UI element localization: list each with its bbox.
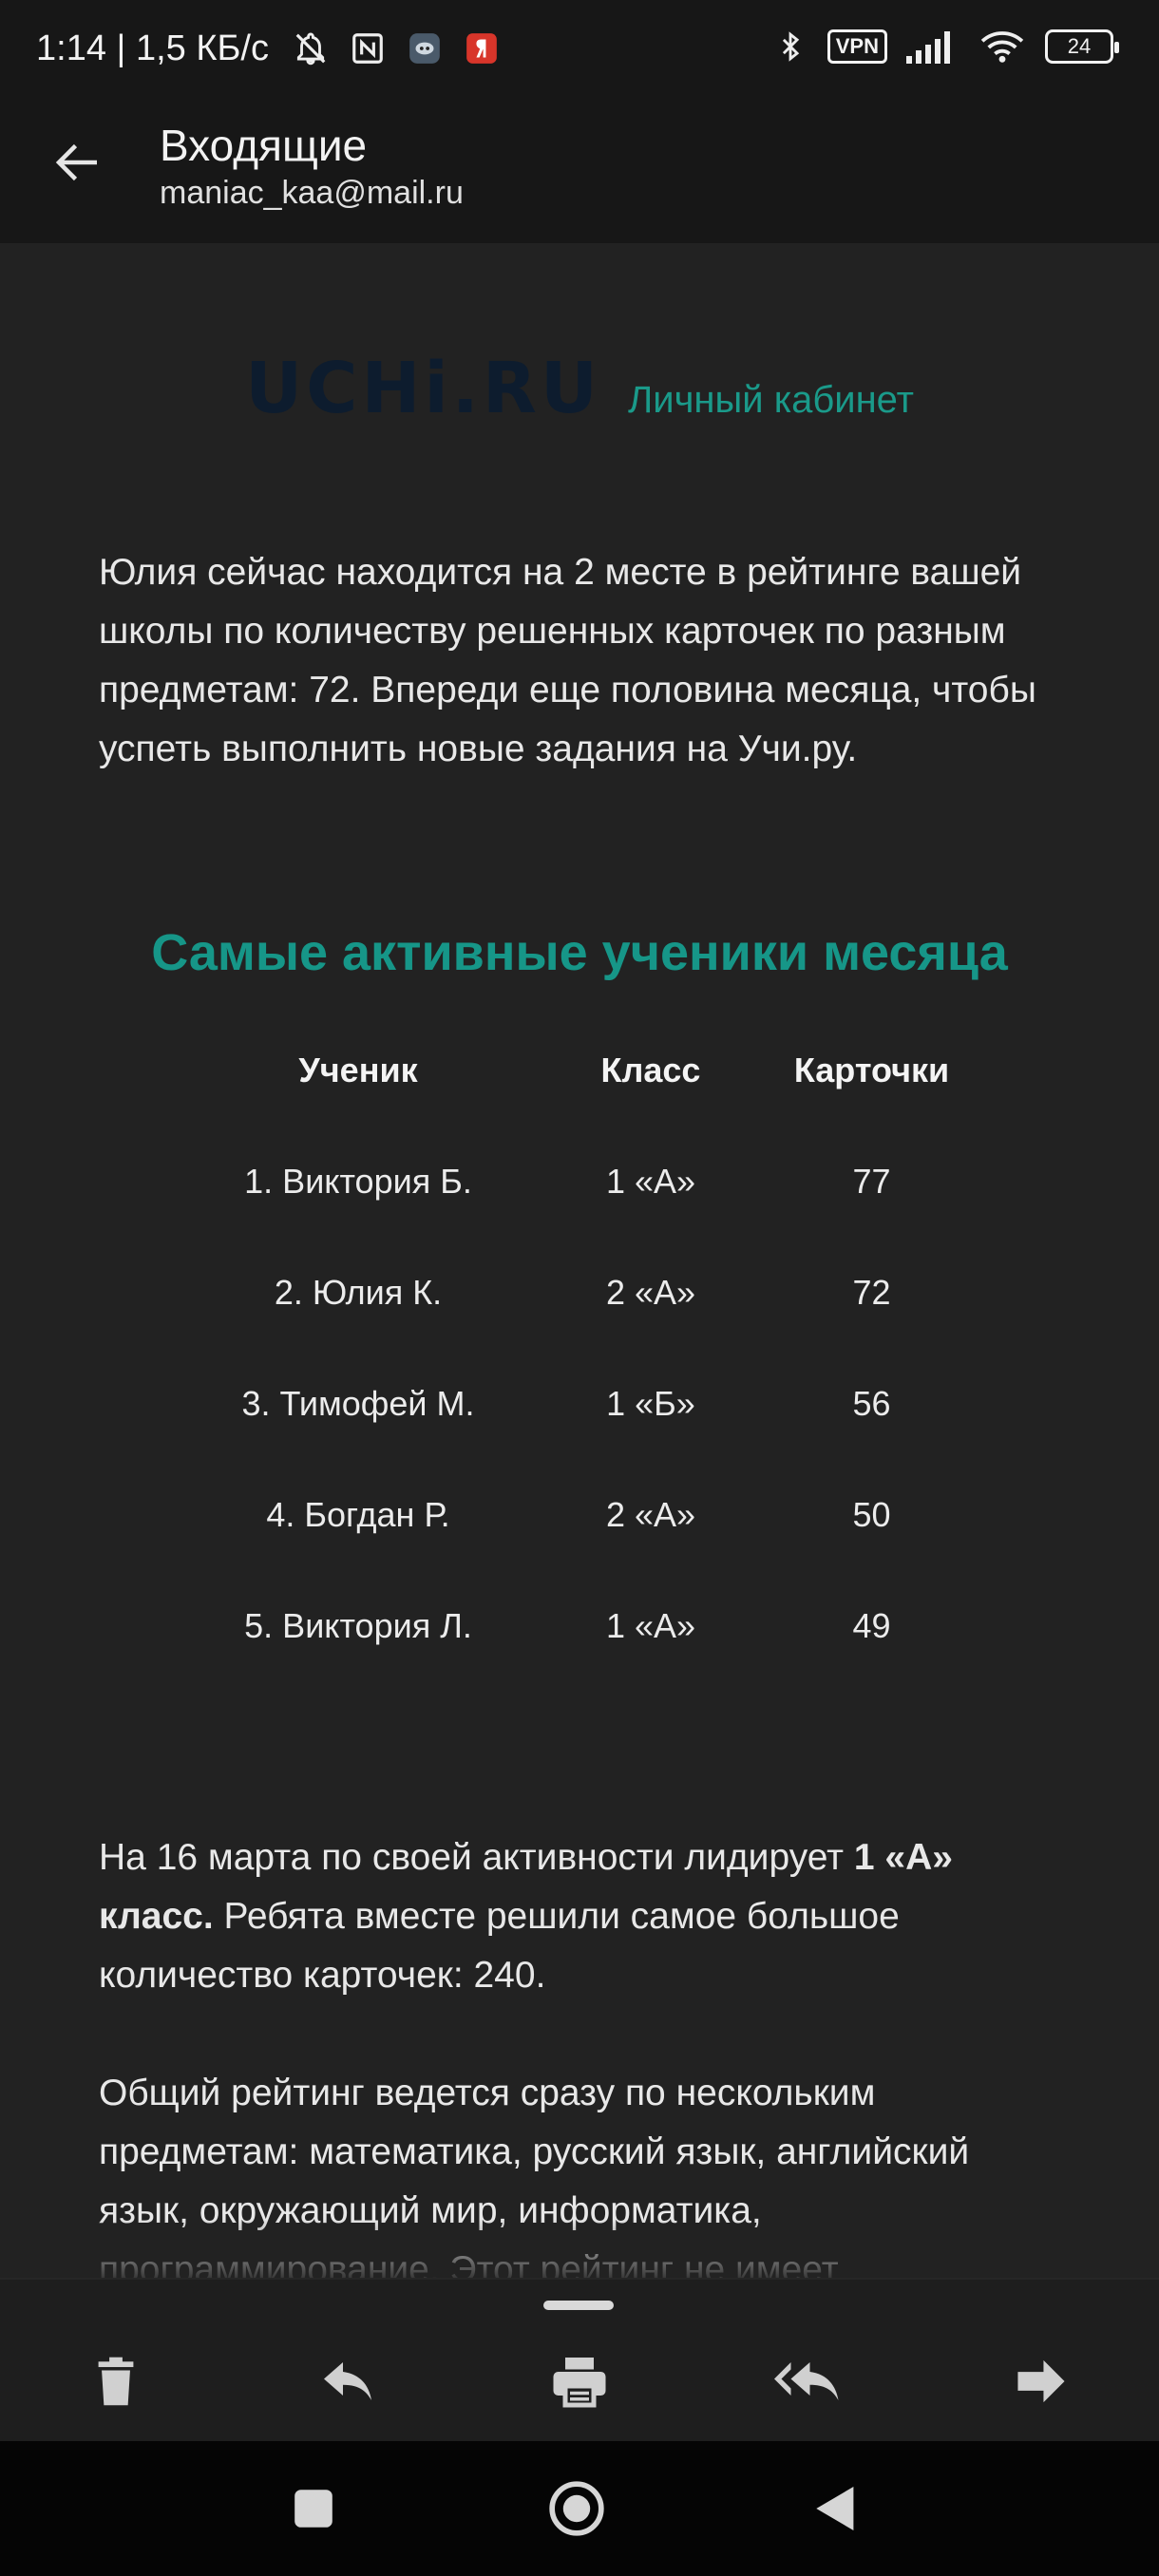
- leaders-header-row: Ученик Класс Карточки: [0, 1051, 1159, 1162]
- reply-button[interactable]: [310, 2348, 386, 2415]
- student-class: 2 «А»: [605, 1495, 696, 1534]
- home-button[interactable]: [539, 2475, 615, 2542]
- student-cards: 77: [852, 1162, 891, 1201]
- personal-cabinet-link[interactable]: Личный кабинет: [628, 379, 914, 422]
- nfc-icon: [350, 30, 386, 66]
- student-class: 2 «А»: [605, 1273, 696, 1312]
- bell-off-icon: [293, 30, 329, 66]
- table-row: 5. Виктория Л. 1 «А» 49: [0, 1606, 1159, 1717]
- drag-handle[interactable]: [543, 2301, 614, 2310]
- uchi-logo-row: UCHi.RU Личный кабинет: [0, 348, 1159, 429]
- student-cards: 49: [852, 1606, 891, 1645]
- student-name: 4. Богдан Р.: [266, 1495, 450, 1534]
- print-button[interactable]: [542, 2348, 618, 2415]
- table-row: 1. Виктория Б. 1 «А» 77: [0, 1162, 1159, 1273]
- student-cards: 56: [852, 1384, 891, 1423]
- status-bar: 1:14 | 1,5 КБ/с VPN 24: [0, 0, 1159, 82]
- student-name: 5. Виктория Л.: [244, 1606, 472, 1645]
- recents-button[interactable]: [276, 2475, 352, 2542]
- student-name: 2. Юлия К.: [274, 1273, 443, 1312]
- student-cards: 72: [852, 1273, 891, 1312]
- student-name: 1. Виктория Б.: [244, 1162, 472, 1201]
- delete-button[interactable]: [78, 2348, 154, 2415]
- vpn-badge: VPN: [826, 29, 887, 64]
- email-body: UCHi.RU Личный кабинет Юлия сейчас наход…: [0, 243, 1159, 2285]
- back-button[interactable]: [40, 129, 116, 196]
- student-class: 1 «А»: [605, 1606, 696, 1645]
- reply-icon: [324, 2362, 371, 2400]
- system-navigation-bar: [0, 2441, 1159, 2576]
- account-email: maniac_kaa@mail.ru: [160, 175, 464, 211]
- status-time-speed: 1:14 | 1,5 КБ/с: [36, 28, 269, 68]
- yandex-icon: [464, 30, 500, 66]
- column-header-student: Ученик: [298, 1051, 418, 1089]
- home-circle-icon: [549, 2481, 604, 2536]
- recents-square-icon: [294, 2490, 332, 2528]
- battery-icon: 24: [1045, 29, 1119, 64]
- table-row: 4. Богдан Р. 2 «А» 50: [0, 1495, 1159, 1606]
- class-leader-paragraph: На 16 марта по своей активности лидирует…: [99, 1828, 1058, 2005]
- class-leader-text-before: На 16 марта по своей активности лидирует: [99, 1837, 854, 1878]
- app-header: Входящие maniac_kaa@mail.ru: [0, 82, 1159, 243]
- class-leader-text-after: Ребята вместе решили самое большое колич…: [99, 1896, 900, 1996]
- bluetooth-icon: [772, 28, 808, 65]
- student-name: 3. Тимофей М.: [241, 1384, 475, 1423]
- system-back-button[interactable]: [798, 2475, 874, 2542]
- arrow-back-icon: [55, 143, 97, 181]
- wifi-icon: [978, 28, 1026, 65]
- trash-icon: [98, 2357, 134, 2406]
- battery-level: 24: [1067, 34, 1092, 58]
- scroll-fade: [0, 2219, 1159, 2285]
- back-triangle-icon: [816, 2487, 854, 2530]
- forward-icon: [1017, 2359, 1065, 2403]
- signal-icon: [906, 28, 960, 65]
- email-action-bar: [0, 2278, 1159, 2441]
- student-class: 1 «А»: [605, 1162, 696, 1201]
- uchi-logo[interactable]: UCHi.RU: [245, 348, 601, 429]
- reply-all-button[interactable]: [770, 2348, 846, 2415]
- page-title: Входящие: [160, 121, 368, 170]
- column-header-class: Класс: [600, 1051, 701, 1089]
- leaders-title: Самые активные ученики месяца: [151, 924, 1008, 981]
- table-row: 3. Тимофей М. 1 «Б» 56: [0, 1384, 1159, 1495]
- status-notification-icons: [293, 30, 500, 66]
- student-class: 1 «Б»: [606, 1384, 695, 1423]
- column-header-cards: Карточки: [793, 1051, 950, 1089]
- print-icon: [553, 2358, 606, 2408]
- leaders-table: Ученик Класс Карточки 1. Виктория Б. 1 «…: [0, 1051, 1159, 1717]
- bot-app-icon: [407, 30, 443, 66]
- reply-all-icon: [774, 2362, 839, 2400]
- forward-button[interactable]: [1003, 2348, 1079, 2415]
- status-system-icons: VPN 24: [772, 28, 1119, 65]
- intro-paragraph: Юлия сейчас находится на 2 месте в рейти…: [99, 552, 1036, 769]
- student-cards: 50: [852, 1495, 891, 1534]
- table-row: 2. Юлия К. 2 «А» 72: [0, 1273, 1159, 1384]
